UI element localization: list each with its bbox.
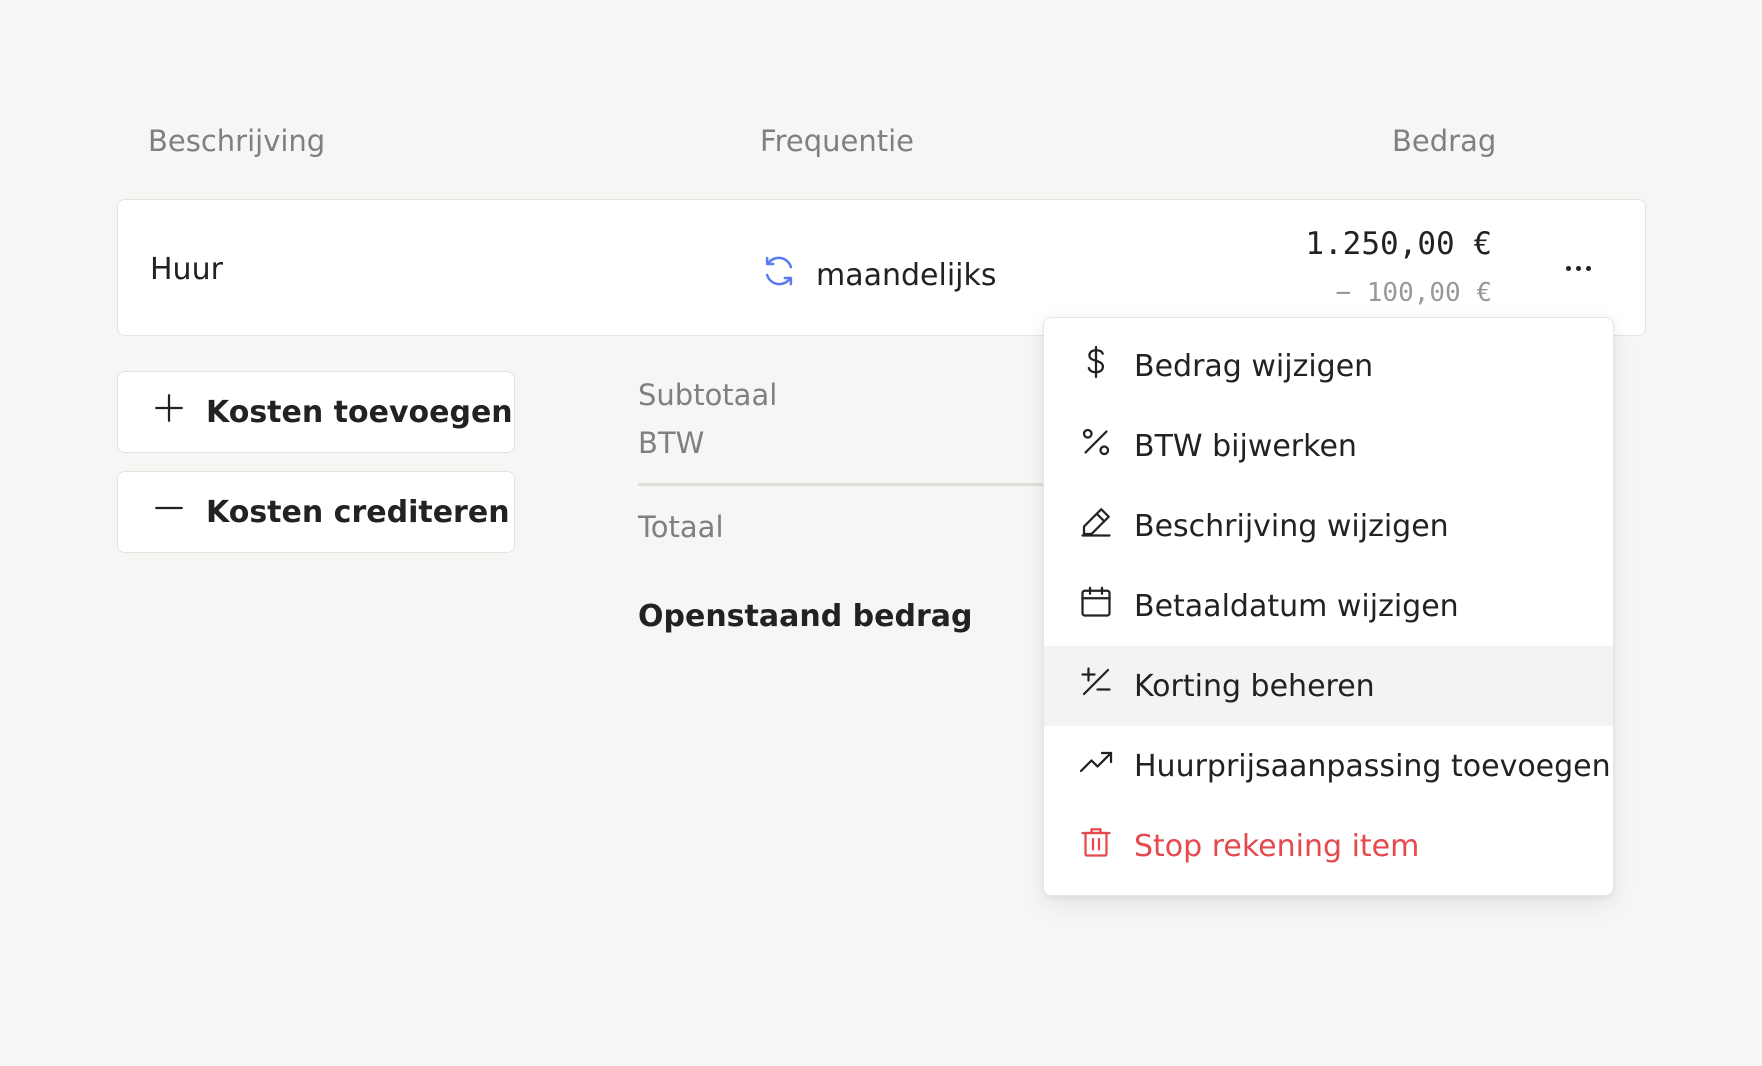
item-frequency-label: maandelijks (816, 257, 997, 293)
item-discount-amount: − 100,00 € (1335, 278, 1492, 308)
menu-item-stop-invoice-item[interactable]: Stop rekening item (1044, 806, 1613, 886)
column-header-description: Beschrijving (148, 124, 326, 158)
plus-icon (152, 391, 186, 433)
vat-label: BTW (638, 426, 705, 460)
plus-minus-icon (1078, 664, 1114, 708)
outstanding-amount-label: Openstaand bedrag (638, 599, 973, 634)
item-frequency: maandelijks (760, 252, 997, 298)
menu-item-label: Beschrijving wijzigen (1134, 508, 1449, 544)
add-costs-label: Kosten toevoegen (206, 394, 513, 430)
menu-item-change-amount[interactable]: Bedrag wijzigen (1044, 326, 1613, 406)
menu-item-manage-discount[interactable]: Korting beheren (1044, 646, 1613, 726)
credit-costs-button[interactable]: Kosten crediteren (117, 471, 515, 553)
more-dot (1565, 265, 1571, 271)
menu-item-label: Huurprijsaanpassing toevoegen (1134, 748, 1611, 784)
menu-item-label: Bedrag wijzigen (1134, 348, 1374, 384)
trend-up-icon (1078, 744, 1114, 788)
column-header-amount: Bedrag (1392, 124, 1497, 158)
menu-item-label: Betaaldatum wijzigen (1134, 588, 1459, 624)
item-amount: 1.250,00 € (1305, 226, 1492, 262)
menu-item-label: BTW bijwerken (1134, 428, 1357, 464)
recurring-icon (760, 252, 798, 298)
menu-item-change-payment-date[interactable]: Betaaldatum wijzigen (1044, 566, 1613, 646)
more-dot (1575, 265, 1581, 271)
calendar-icon (1078, 584, 1114, 628)
more-dot (1585, 265, 1591, 271)
item-description: Huur (150, 252, 223, 287)
credit-costs-label: Kosten crediteren (206, 494, 510, 530)
menu-item-add-rent-adjustment[interactable]: Huurprijsaanpassing toevoegen (1044, 726, 1613, 806)
trash-icon (1078, 824, 1114, 868)
item-options-menu: Bedrag wijzigen BTW bijwerken Beschrijvi… (1043, 317, 1614, 896)
menu-item-update-vat[interactable]: BTW bijwerken (1044, 406, 1613, 486)
menu-item-label: Korting beheren (1134, 668, 1375, 704)
column-header-frequency: Frequentie (760, 124, 914, 158)
add-costs-button[interactable]: Kosten toevoegen (117, 371, 515, 453)
percent-icon (1078, 424, 1114, 468)
summary-divider (638, 483, 1058, 486)
total-label: Totaal (638, 510, 724, 544)
minus-icon (152, 491, 186, 533)
subtotal-label: Subtotaal (638, 378, 778, 412)
dollar-icon (1078, 344, 1114, 388)
menu-item-label: Stop rekening item (1134, 828, 1420, 864)
menu-item-change-description[interactable]: Beschrijving wijzigen (1044, 486, 1613, 566)
pencil-icon (1078, 504, 1114, 548)
more-options-button[interactable] (1558, 258, 1598, 278)
